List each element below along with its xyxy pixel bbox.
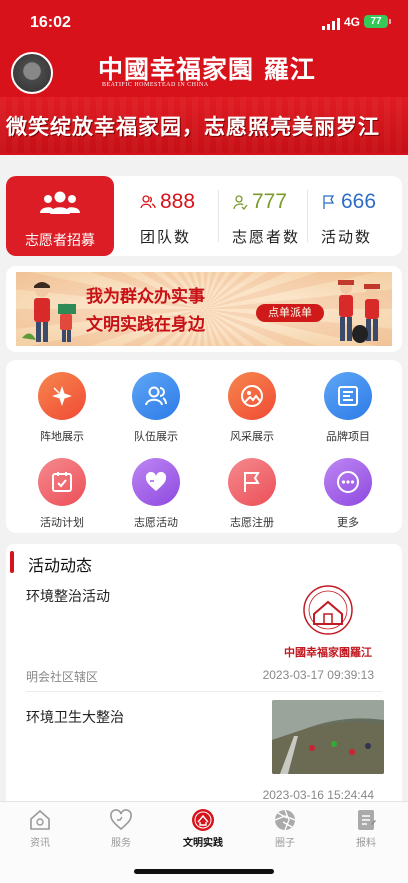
grid-item-volunteer-activity[interactable]: 志愿活动	[118, 450, 194, 529]
stat-activities[interactable]: 666 活动数	[307, 176, 402, 256]
activity-thumbnail-logo: 中國幸福家園羅江	[284, 585, 372, 659]
volunteer-figures-left	[22, 282, 76, 342]
heart-icon	[132, 458, 180, 506]
battery-tip	[389, 19, 391, 24]
stat-activities-label: 活动数	[321, 228, 373, 246]
stat-activities-value: 666	[341, 190, 377, 213]
banner-line2: 文明实践在身边	[86, 315, 205, 335]
activity-item-time: 2023-03-16 15:24:44	[262, 788, 374, 802]
tab-circle[interactable]: 圈子	[250, 806, 320, 849]
grid-label: 活动计划	[40, 516, 84, 529]
team-show-icon	[132, 372, 180, 420]
tab-service[interactable]: 服务	[86, 806, 156, 849]
grid-item-position[interactable]: 阵地展示	[24, 364, 100, 443]
grid-item-plan[interactable]: 活动计划	[24, 450, 100, 529]
stat-volunteers-value: 777	[252, 190, 288, 213]
stat-volunteers-label: 志愿者数	[232, 228, 301, 246]
activity-thumbnail-photo	[272, 700, 384, 774]
activity-item-time: 2023-03-17 09:39:13	[262, 668, 374, 682]
promo-banner-image: 我为群众办实事 文明实践在身边 点单派单	[16, 272, 392, 346]
circle-icon	[274, 809, 296, 831]
stat-teams[interactable]: 888 团队数	[126, 176, 218, 256]
section-title: 活动动态	[28, 556, 93, 575]
stat-teams-label: 团队数	[140, 228, 192, 246]
battery-icon: 77	[364, 15, 388, 28]
slogan-banner: 微笑绽放幸福家园，志愿照亮美丽罗江	[0, 97, 408, 153]
register-flag-icon	[228, 458, 276, 506]
brand-icon	[324, 372, 372, 420]
activity-item-title: 环境卫生大整治	[26, 710, 124, 726]
logo-subtitle: BEATIFIC HOMESTEAD IN CHINA	[102, 82, 209, 88]
grid-label: 队伍展示	[134, 430, 178, 443]
tab-label: 资讯	[30, 838, 50, 849]
grid-label: 风采展示	[230, 430, 274, 443]
more-icon	[324, 458, 372, 506]
banner-line1: 我为群众办实事	[86, 287, 205, 307]
civilization-icon	[192, 809, 214, 831]
stat-teams-value: 888	[160, 190, 196, 213]
app-logo: 中國幸福家園 羅江 BEATIFIC HOMESTEAD IN CHINA	[98, 50, 316, 92]
tab-label: 报料	[356, 838, 376, 849]
function-grid: 阵地展示 队伍展示 风采展示 品牌项目 活动计划 志愿活动 志愿注册 更多	[6, 360, 402, 533]
network-label: 4G	[344, 15, 361, 29]
tab-label: 圈子	[275, 838, 295, 849]
stat-volunteers[interactable]: 777 志愿者数	[218, 176, 308, 256]
slogan-text: 微笑绽放幸福家园，志愿照亮美丽罗江	[6, 114, 380, 139]
volunteer-icon	[233, 195, 248, 210]
tab-civilization[interactable]: 文明实践	[168, 806, 238, 849]
volunteer-recruit-button[interactable]: 志愿者招募	[6, 176, 114, 256]
recruit-label: 志愿者招募	[25, 233, 95, 249]
activity-item-source: 明会社区辖区	[26, 670, 99, 684]
avatar[interactable]	[11, 52, 53, 94]
grid-label: 阵地展示	[40, 430, 84, 443]
grid-label: 品牌项目	[326, 430, 370, 443]
flag-icon	[323, 195, 335, 209]
grid-item-more[interactable]: 更多	[310, 450, 386, 529]
svg-text:中國幸福家園羅江: 中國幸福家園羅江	[284, 645, 372, 659]
grid-item-brand[interactable]: 品牌项目	[310, 364, 386, 443]
grid-label: 志愿注册	[230, 516, 274, 529]
photo-icon	[228, 372, 276, 420]
activity-item-title: 环境整治活动	[26, 589, 110, 605]
divider	[26, 691, 382, 692]
grid-item-register[interactable]: 志愿注册	[214, 450, 290, 529]
tab-news[interactable]: 资讯	[5, 806, 75, 849]
grid-label: 志愿活动	[134, 516, 178, 529]
position-icon	[38, 372, 86, 420]
order-dispatch-button[interactable]: 点单派单	[256, 304, 324, 322]
promo-banner[interactable]: 我为群众办实事 文明实践在身边 点单派单	[6, 266, 402, 352]
section-marker	[10, 551, 14, 573]
grid-item-team[interactable]: 队伍展示	[118, 364, 194, 443]
stats-card: 志愿者招募 888 团队数 777 志愿者数 666 活动数	[6, 176, 402, 256]
activity-section: 活动动态 环境整治活动 中國幸福家園羅江 明会社区辖区 2023-03-17 0…	[6, 544, 402, 804]
tab-report[interactable]: 报料	[331, 806, 401, 849]
status-time: 16:02	[30, 14, 71, 31]
team-icon	[140, 195, 156, 209]
grid-item-photo[interactable]: 风采展示	[214, 364, 290, 443]
home-indicator[interactable]	[134, 869, 274, 874]
report-icon	[358, 810, 376, 830]
people-icon	[40, 191, 80, 214]
tab-label: 文明实践	[183, 838, 223, 849]
header: 16:02 4G 77 中國幸福家園 羅江 BEATIFIC HOMESTEAD…	[0, 0, 408, 155]
service-heart-icon	[110, 809, 132, 831]
news-house-icon	[30, 809, 50, 830]
tab-label: 服务	[111, 838, 131, 849]
volunteer-figures-right	[338, 280, 380, 343]
plan-icon	[38, 458, 86, 506]
grid-label: 更多	[337, 516, 359, 529]
signal-icon	[322, 18, 340, 30]
status-bar: 16:02 4G 77	[0, 0, 408, 44]
logo-text: 中國幸福家園 羅江	[98, 55, 316, 84]
